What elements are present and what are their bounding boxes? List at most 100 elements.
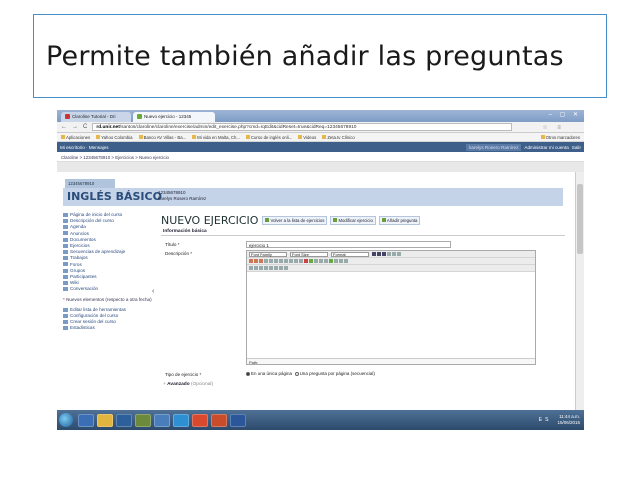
justify-icon[interactable] bbox=[279, 259, 283, 263]
sequential-radio[interactable] bbox=[294, 371, 299, 376]
title-input[interactable]: ejercicio 1 bbox=[246, 241, 451, 248]
highlight-icon[interactable] bbox=[309, 259, 313, 263]
edit-icon bbox=[333, 218, 338, 223]
clock[interactable]: 11:44 a.m. 15/06/2015 bbox=[557, 414, 580, 426]
copy-icon[interactable] bbox=[254, 259, 258, 263]
explorer-icon[interactable] bbox=[97, 413, 113, 427]
add-question-button[interactable]: Añadir pregunta bbox=[378, 215, 421, 225]
screenshot: Claroline Tutorial - Dri Nuevo ejercicio… bbox=[57, 110, 584, 430]
language-indicator[interactable]: ES bbox=[539, 417, 552, 423]
italic-icon[interactable] bbox=[377, 252, 381, 256]
start-button-icon[interactable] bbox=[59, 413, 73, 427]
text-color-icon[interactable] bbox=[304, 259, 308, 263]
find-icon[interactable] bbox=[259, 266, 263, 270]
bookmark-item[interactable]: Zeta.tv Clínico bbox=[322, 135, 355, 140]
path-icon bbox=[63, 250, 68, 254]
help-icon[interactable] bbox=[284, 266, 288, 270]
app-icon[interactable] bbox=[154, 413, 170, 427]
word-icon[interactable] bbox=[230, 413, 246, 427]
app-icon[interactable] bbox=[135, 413, 151, 427]
hr-icon[interactable] bbox=[314, 259, 318, 263]
back-to-list-button[interactable]: Volver a la lista de ejercicios bbox=[262, 215, 328, 225]
media-player-icon[interactable] bbox=[116, 413, 132, 427]
new-items-note: * Nuevos elementos (respecto a otra fech… bbox=[63, 296, 152, 302]
browser-tab-claroline-tutorial[interactable]: Claroline Tutorial - Dri bbox=[61, 112, 131, 122]
number-list-icon[interactable] bbox=[289, 259, 293, 263]
yahoo-icon bbox=[96, 135, 101, 140]
user-name: karelys Rosero Ramírez bbox=[466, 143, 522, 151]
add-icon bbox=[381, 218, 386, 223]
paste-icon[interactable] bbox=[259, 259, 263, 263]
code-icon[interactable] bbox=[279, 266, 283, 270]
underline-icon[interactable] bbox=[382, 252, 386, 256]
edit-exercise-button[interactable]: Modificar ejercicio bbox=[330, 215, 376, 225]
single-page-radio[interactable] bbox=[246, 371, 250, 376]
bookmark-item[interactable]: Aplicaciones bbox=[61, 135, 90, 140]
unlink-icon[interactable] bbox=[324, 259, 328, 263]
indent-icon[interactable] bbox=[299, 259, 303, 263]
font-size-select[interactable]: Font Size bbox=[290, 251, 328, 257]
bullet-list-icon[interactable] bbox=[284, 259, 288, 263]
undo-icon[interactable] bbox=[249, 266, 253, 270]
special-char-icon[interactable] bbox=[339, 259, 343, 263]
collapse-sidebar-icon[interactable]: ‹ bbox=[152, 288, 154, 295]
breadcrumb[interactable]: Claroline > 12345678910 > Ejercicios > N… bbox=[57, 152, 584, 162]
browser-tabstrip: Claroline Tutorial - Dri Nuevo ejercicio… bbox=[57, 110, 584, 122]
fullscreen-icon[interactable] bbox=[269, 266, 273, 270]
url-input[interactable]: rd.unir.net/santos/claroline/claroline/e… bbox=[92, 123, 513, 131]
check-icon bbox=[63, 243, 68, 248]
align-center-icon[interactable] bbox=[269, 259, 273, 263]
window-controls[interactable]: – ▢ ✕ bbox=[549, 111, 581, 118]
link-icon[interactable] bbox=[319, 259, 323, 263]
superscript-icon[interactable] bbox=[397, 252, 401, 256]
exercise-form: NUEVO EJERCICIO Volver a la lista de eje… bbox=[161, 214, 565, 387]
bold-icon[interactable] bbox=[372, 252, 376, 256]
group-icon bbox=[63, 268, 68, 273]
bookmark-item[interactable]: Mi vida en Malta, Ch... bbox=[192, 135, 240, 140]
page-scrollbar[interactable] bbox=[575, 172, 584, 410]
forward-icon[interactable]: → bbox=[72, 124, 78, 130]
sidebar-item-chat[interactable]: Conversación bbox=[63, 286, 159, 292]
outdent-icon[interactable] bbox=[294, 259, 298, 263]
logout-link[interactable]: Salir bbox=[572, 145, 581, 150]
reload-icon[interactable]: C bbox=[83, 124, 87, 130]
folder-icon bbox=[63, 237, 68, 242]
my-desktop-link[interactable]: Mi escritorio · Mensajes bbox=[60, 145, 109, 150]
chrome-icon[interactable] bbox=[192, 413, 208, 427]
course-sidebar: Página de inicio del curso Descripción d… bbox=[63, 212, 159, 332]
editor-toolbar-2 bbox=[247, 258, 535, 265]
browser-tab-nuevo-ejercicio[interactable]: Nuevo ejercicio - 12345 bbox=[133, 112, 215, 122]
statistics-link[interactable]: Estadísticas bbox=[63, 325, 159, 331]
format-select[interactable]: Format bbox=[331, 251, 369, 257]
advanced-section-toggle[interactable]: + Avanzado (Opcional) bbox=[161, 382, 565, 387]
scrollbar-thumb[interactable] bbox=[577, 184, 583, 254]
bookmark-item[interactable]: Banco AV Villas - Ba... bbox=[138, 135, 186, 140]
formula-icon[interactable] bbox=[344, 259, 348, 263]
back-icon[interactable]: ← bbox=[61, 124, 67, 130]
image-icon[interactable] bbox=[329, 259, 333, 263]
redo-icon[interactable] bbox=[254, 266, 258, 270]
wiki-icon bbox=[63, 281, 68, 286]
star-menu-icons[interactable]: ☆ ≡ bbox=[542, 124, 565, 131]
bookmark-item[interactable]: Yahoo Colombia bbox=[96, 135, 133, 140]
powerpoint-icon[interactable] bbox=[211, 413, 227, 427]
course-code-tab[interactable]: 12345678910 bbox=[65, 179, 115, 188]
subscript-icon[interactable] bbox=[392, 252, 396, 256]
table-icon[interactable] bbox=[334, 259, 338, 263]
font-family-select[interactable]: Font Family bbox=[249, 251, 287, 257]
align-left-icon[interactable] bbox=[264, 259, 268, 263]
cut-icon[interactable] bbox=[249, 259, 253, 263]
preview-icon[interactable] bbox=[274, 266, 278, 270]
skype-icon[interactable] bbox=[173, 413, 189, 427]
bookmark-item[interactable]: Videos bbox=[298, 135, 316, 140]
replace-icon[interactable] bbox=[264, 266, 268, 270]
other-bookmarks[interactable]: Otros marcadores bbox=[540, 135, 580, 140]
folder-icon bbox=[322, 135, 327, 140]
session-icon bbox=[63, 320, 68, 325]
manage-account-link[interactable]: Administrar mi cuenta bbox=[524, 145, 568, 150]
align-right-icon[interactable] bbox=[274, 259, 278, 263]
strike-icon[interactable] bbox=[387, 252, 391, 256]
bookmark-item[interactable]: Curso de inglés onli... bbox=[245, 135, 292, 140]
ie-icon[interactable] bbox=[78, 413, 94, 427]
description-editor[interactable]: Font Family Font Size Format Path: bbox=[246, 250, 536, 365]
